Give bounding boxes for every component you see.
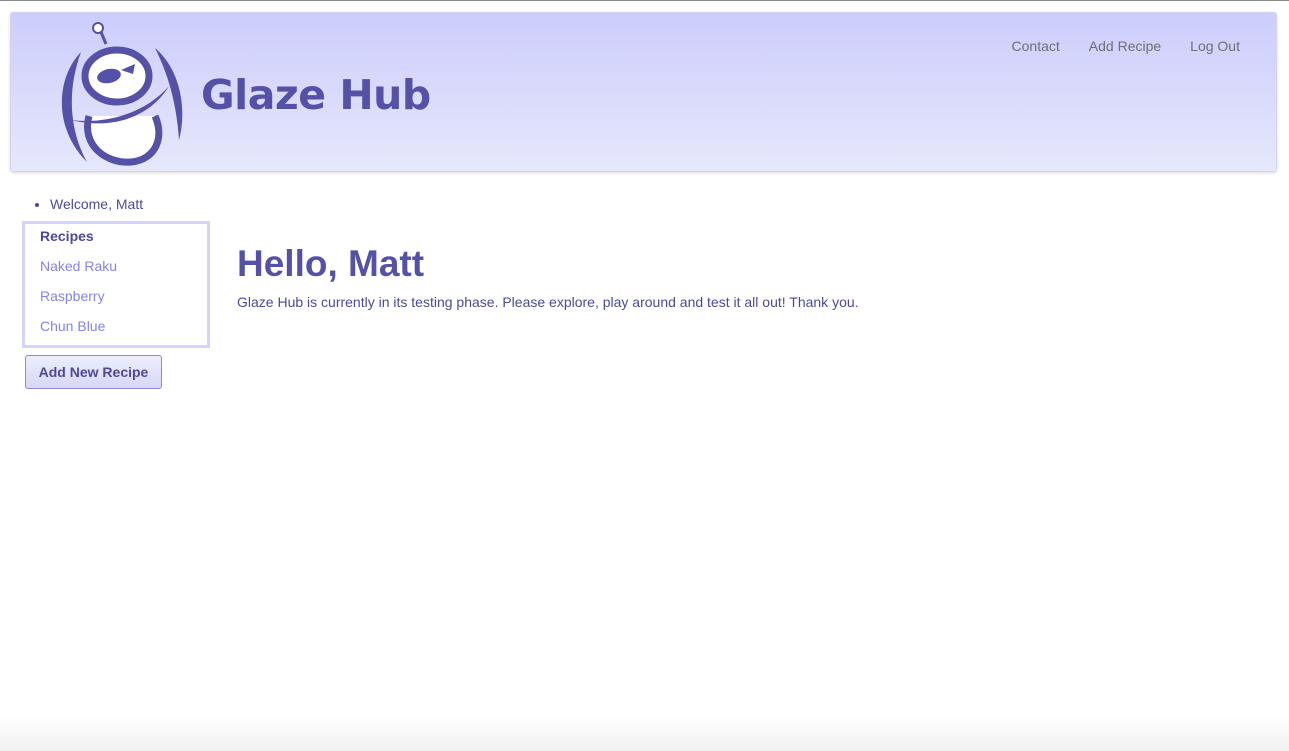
nav-contact-link[interactable]: Contact bbox=[1012, 38, 1060, 54]
recipe-link-raspberry[interactable]: Raspberry bbox=[40, 288, 207, 304]
main-content: Hello, Matt Glaze Hub is currently in it… bbox=[237, 240, 859, 310]
robot-mascot-icon bbox=[51, 20, 187, 166]
site-title: Glaze Hub bbox=[201, 71, 431, 119]
welcome-message: Welcome, Matt bbox=[50, 196, 143, 212]
recipes-heading: Recipes bbox=[40, 228, 94, 244]
bottom-fade bbox=[0, 716, 1289, 751]
top-rule bbox=[0, 0, 1289, 1]
recipes-panel: Recipes Naked Raku Raspberry Chun Blue bbox=[22, 221, 210, 348]
site-logo[interactable]: Glaze Hub bbox=[51, 20, 431, 166]
nav-add-recipe-link[interactable]: Add Recipe bbox=[1089, 38, 1161, 54]
recipe-link-naked-raku[interactable]: Naked Raku bbox=[40, 258, 207, 274]
site-header: Glaze Hub Contact Add Recipe Log Out bbox=[10, 12, 1277, 172]
page-heading: Hello, Matt bbox=[237, 243, 425, 284]
top-nav: Contact Add Recipe Log Out bbox=[983, 38, 1240, 54]
intro-message: Glaze Hub is currently in its testing ph… bbox=[237, 294, 859, 310]
nav-log-out-link[interactable]: Log Out bbox=[1190, 38, 1240, 54]
welcome-list: Welcome, Matt bbox=[32, 196, 143, 212]
add-new-recipe-button[interactable]: Add New Recipe bbox=[25, 355, 162, 389]
recipe-link-chun-blue[interactable]: Chun Blue bbox=[40, 318, 207, 334]
